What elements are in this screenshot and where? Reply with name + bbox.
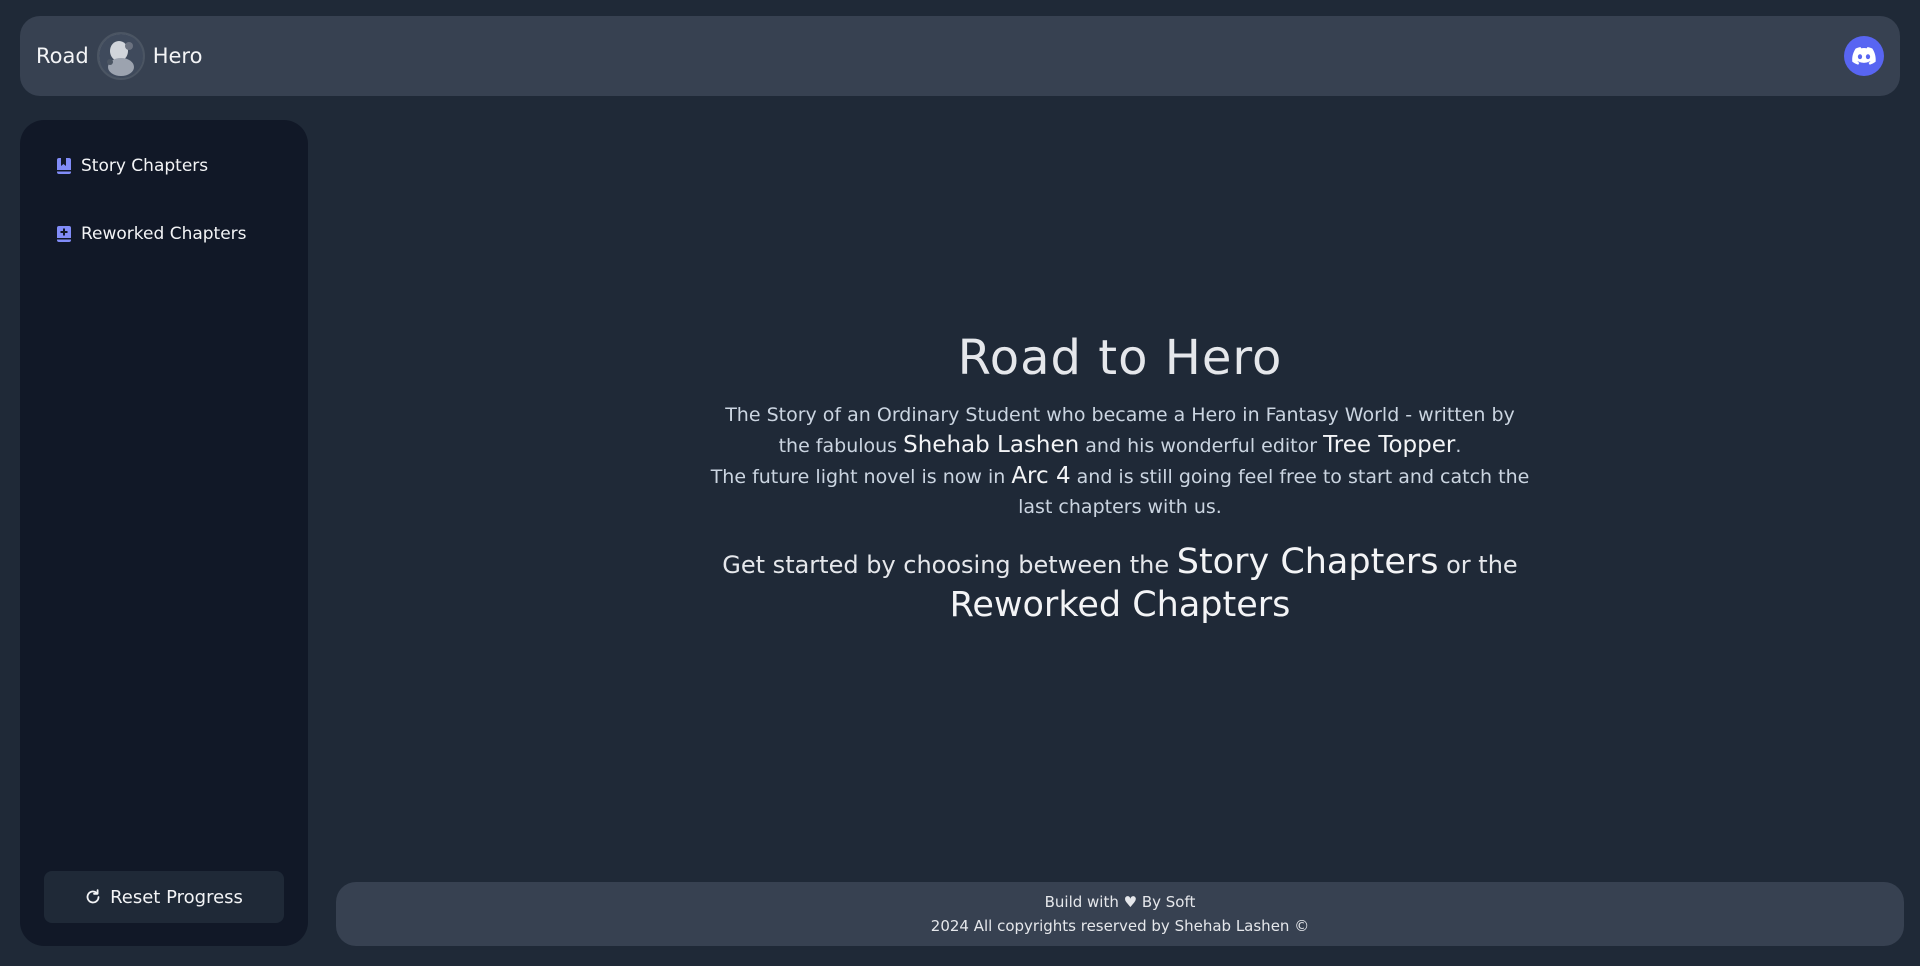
main-content: Road to Hero The Story of an Ordinary St… (336, 330, 1904, 628)
sidebar: Story Chapters Reworked Chapters Reset P… (20, 120, 308, 946)
sidebar-item-label: Reworked Chapters (81, 224, 247, 244)
sidebar-item-reworked-chapters[interactable]: Reworked Chapters (56, 224, 247, 244)
avatar (96, 32, 145, 80)
footer-copyright: 2024 All copyrights reserved by Shehab L… (930, 917, 1310, 935)
desc-text: and is still going feel free to start an… (1018, 466, 1530, 518)
cta-text: or the (1446, 551, 1518, 579)
sidebar-item-label: Story Chapters (81, 156, 209, 176)
page-title: Road to Hero (957, 330, 1283, 386)
editor-name: Tree Topper (1323, 432, 1456, 458)
desc-text: and his wonderful editor (1085, 435, 1318, 457)
discord-icon[interactable] (1844, 36, 1884, 76)
top-navbar: Road Hero (20, 16, 1900, 96)
get-started-text: Get started by choosing between the Stor… (710, 542, 1530, 628)
refresh-icon (86, 889, 100, 904)
footer: Build with ♥ By Soft 2024 All copyrights… (336, 882, 1904, 946)
reset-progress-button[interactable]: Reset Progress (44, 871, 284, 923)
sidebar-item-story-chapters[interactable]: Story Chapters (56, 156, 208, 176)
arc-label: Arc 4 (1011, 463, 1071, 489)
brand-hero: Hero (152, 44, 203, 68)
book-icon (57, 158, 71, 174)
desc-text: . (1455, 435, 1462, 457)
reset-progress-label: Reset Progress (110, 886, 243, 908)
brand-road: Road (36, 44, 89, 68)
reworked-chapters-link[interactable]: Reworked Chapters (950, 585, 1291, 625)
brand[interactable]: Road Hero (36, 32, 202, 80)
author-name: Shehab Lashen (903, 432, 1080, 458)
description: The Story of an Ordinary Student who bec… (710, 400, 1530, 522)
footer-credit: Build with ♥ By Soft (1044, 893, 1196, 911)
story-chapters-link[interactable]: Story Chapters (1177, 542, 1439, 582)
book-plus-icon (57, 226, 71, 242)
cta-text: Get started by choosing between the (722, 551, 1170, 579)
desc-text: The future light novel is now in (710, 466, 1006, 488)
